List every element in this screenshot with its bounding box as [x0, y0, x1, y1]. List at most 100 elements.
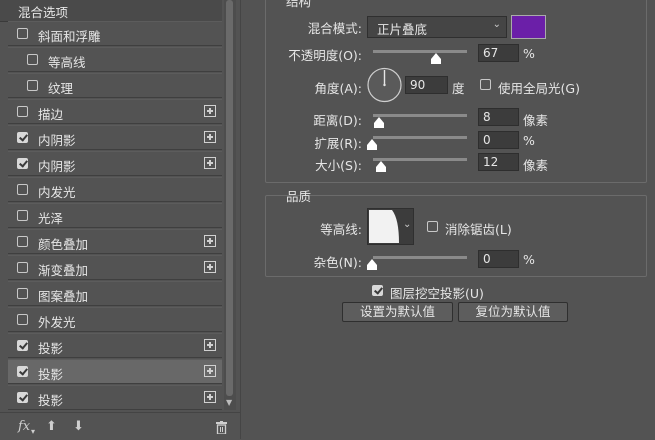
style-item-label: 投影 [38, 341, 64, 356]
angle-label: 角度(A): [314, 81, 362, 96]
distance-slider-track[interactable] [373, 114, 467, 117]
spread-input[interactable]: 0 [478, 131, 519, 149]
styles-list-panel: 混合选项 斜面和浮雕 等高线 纹理 描边 内阴影 内阴影 内发光 光泽 颜色叠加 渐变叠加 图案叠加… [0, 0, 240, 439]
noise-input[interactable]: 0 [478, 250, 519, 268]
style-item[interactable]: 斜面和浮雕 [8, 21, 222, 46]
style-item-label: 图案叠加 [38, 289, 89, 304]
style-item-label: 投影 [38, 367, 64, 382]
knockout-label: 图层挖空投影(U) [390, 286, 484, 301]
style-item-checkbox[interactable] [17, 392, 28, 403]
spread-slider-track[interactable] [373, 136, 467, 139]
fx-icon[interactable]: fx [18, 419, 30, 434]
style-item[interactable]: 图案叠加 [8, 281, 222, 306]
style-item[interactable]: 投影 [8, 385, 222, 410]
structure-title: 结构 [286, 0, 312, 9]
style-item-checkbox[interactable] [17, 314, 28, 325]
opacity-label: 不透明度(O): [288, 48, 362, 63]
panel-divider [240, 0, 257, 439]
style-item-label: 颜色叠加 [38, 237, 89, 252]
opacity-slider-thumb[interactable] [430, 53, 441, 64]
contour-picker[interactable]: ⌄ [367, 208, 414, 245]
style-item-checkbox[interactable] [17, 236, 28, 247]
add-style-icon[interactable] [204, 261, 216, 273]
style-item-checkbox[interactable] [17, 106, 28, 117]
distance-label: 距离(D): [313, 113, 362, 128]
chevron-down-icon: ⌄ [492, 19, 501, 30]
style-item-label: 纹理 [48, 81, 74, 96]
blend-mode-select[interactable]: 正片叠底 ⌄ [367, 16, 507, 38]
add-style-icon[interactable] [204, 105, 216, 117]
add-style-icon[interactable] [204, 391, 216, 403]
style-item[interactable]: 渐变叠加 [8, 255, 222, 280]
angle-input[interactable]: 90 [405, 76, 448, 94]
style-item[interactable]: 光泽 [8, 203, 222, 228]
style-item-label: 斜面和浮雕 [38, 29, 101, 44]
style-item-label: 渐变叠加 [38, 263, 89, 278]
style-item[interactable]: 投影 [8, 359, 222, 384]
move-up-icon[interactable]: ⬆ [46, 419, 57, 434]
style-item[interactable]: 纹理 [8, 73, 222, 98]
distance-unit: 像素 [523, 113, 549, 128]
global-light-checkbox[interactable] [480, 79, 491, 90]
style-item-checkbox[interactable] [17, 184, 28, 195]
size-slider-thumb[interactable] [376, 161, 386, 172]
style-item-checkbox[interactable] [17, 158, 28, 169]
style-item-checkbox[interactable] [17, 28, 28, 39]
noise-label: 杂色(N): [313, 255, 362, 270]
blending-options-header[interactable]: 混合选项 [0, 0, 222, 22]
noise-slider-track[interactable] [373, 256, 467, 259]
distance-slider-thumb[interactable] [374, 117, 384, 128]
shadow-color-swatch[interactable] [511, 15, 546, 39]
scroll-down-arrow-icon[interactable]: ▼ [226, 398, 232, 407]
blending-options-label: 混合选项 [18, 5, 69, 20]
reset-default-button[interactable]: 复位为默认值 [458, 302, 568, 322]
distance-input[interactable]: 8 [478, 108, 519, 126]
style-item-checkbox[interactable] [27, 80, 38, 91]
style-item[interactable]: 内阴影 [8, 125, 222, 150]
size-slider-track[interactable] [373, 158, 467, 161]
styles-list-footer: fx ▾ ⬆ ⬇ [0, 412, 240, 440]
quality-title: 品质 [286, 189, 312, 204]
size-unit: 像素 [523, 158, 549, 173]
style-item[interactable]: 内发光 [8, 177, 222, 202]
style-item-checkbox[interactable] [17, 132, 28, 143]
styles-list-scrollbar[interactable]: ▼ [224, 0, 236, 410]
delete-icon[interactable] [216, 421, 227, 434]
opacity-slider-track[interactable] [373, 50, 467, 53]
noise-slider-thumb[interactable] [367, 259, 377, 270]
style-item[interactable]: 投影 [8, 333, 222, 358]
add-style-icon[interactable] [204, 365, 216, 377]
style-item-checkbox[interactable] [17, 340, 28, 351]
style-item-checkbox[interactable] [17, 288, 28, 299]
antialias-checkbox[interactable] [427, 221, 438, 232]
style-item[interactable]: 描边 [8, 99, 222, 124]
spread-label: 扩展(R): [314, 136, 362, 151]
angle-dial[interactable] [367, 66, 402, 104]
style-item-label: 内阴影 [38, 133, 76, 148]
scrollbar-thumb[interactable] [226, 0, 233, 396]
add-style-icon[interactable] [204, 339, 216, 351]
add-style-icon[interactable] [204, 157, 216, 169]
style-item-label: 投影 [38, 393, 64, 408]
style-item[interactable]: 等高线 [8, 47, 222, 72]
style-item[interactable]: 外发光 [8, 307, 222, 332]
size-input[interactable]: 12 [478, 153, 519, 171]
fx-dropdown-icon[interactable]: ▾ [31, 427, 35, 436]
style-item-checkbox[interactable] [17, 210, 28, 221]
opacity-unit: % [523, 46, 535, 61]
spread-slider-thumb[interactable] [367, 139, 377, 150]
move-down-icon[interactable]: ⬇ [73, 419, 84, 434]
opacity-input[interactable]: 67 [478, 44, 519, 62]
style-item-label: 外发光 [38, 315, 76, 330]
style-item[interactable]: 内阴影 [8, 151, 222, 176]
chevron-down-icon: ⌄ [403, 219, 412, 230]
style-item-checkbox[interactable] [17, 262, 28, 273]
style-item-checkbox[interactable] [17, 366, 28, 377]
knockout-checkbox[interactable] [372, 285, 383, 296]
style-item-checkbox[interactable] [27, 54, 38, 65]
set-default-button[interactable]: 设置为默认值 [342, 302, 453, 322]
add-style-icon[interactable] [204, 235, 216, 247]
antialias-label: 消除锯齿(L) [445, 222, 512, 237]
style-item[interactable]: 颜色叠加 [8, 229, 222, 254]
add-style-icon[interactable] [204, 131, 216, 143]
